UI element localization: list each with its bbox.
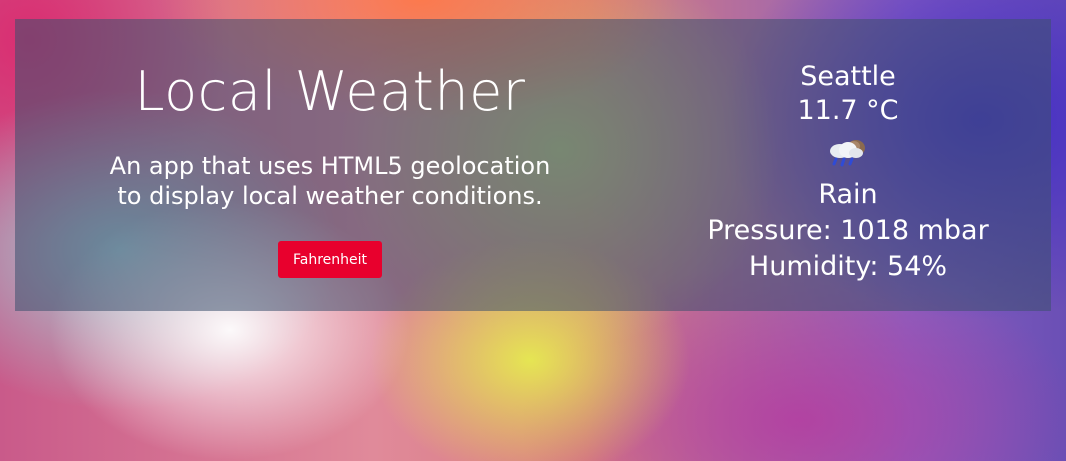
subtitle-line-2: to display local weather conditions. [117, 182, 543, 210]
rain-cloud-icon-graphic [830, 140, 865, 167]
fahrenheit-toggle-button[interactable]: Fahrenheit [278, 241, 382, 278]
page-title: Local Weather [134, 60, 526, 123]
weather-panel: Local Weather An app that uses HTML5 geo… [15, 19, 1051, 311]
page-subtitle: An app that uses HTML5 geolocation to di… [70, 151, 590, 211]
rain-cloud-icon [826, 138, 870, 168]
humidity-value: Humidity: 54% [748, 251, 948, 282]
pressure-value: Pressure: 1018 mbar [707, 215, 989, 246]
intro-section: Local Weather An app that uses HTML5 geo… [15, 19, 645, 311]
subtitle-line-1: An app that uses HTML5 geolocation [109, 152, 551, 180]
city-name: Seattle [800, 61, 896, 92]
temperature-value: 11.7 °C [797, 95, 899, 126]
weather-info: Seattle 11.7 °C Rain Pressure: 1018 mbar… [665, 19, 1031, 311]
weather-condition: Rain [818, 179, 878, 210]
